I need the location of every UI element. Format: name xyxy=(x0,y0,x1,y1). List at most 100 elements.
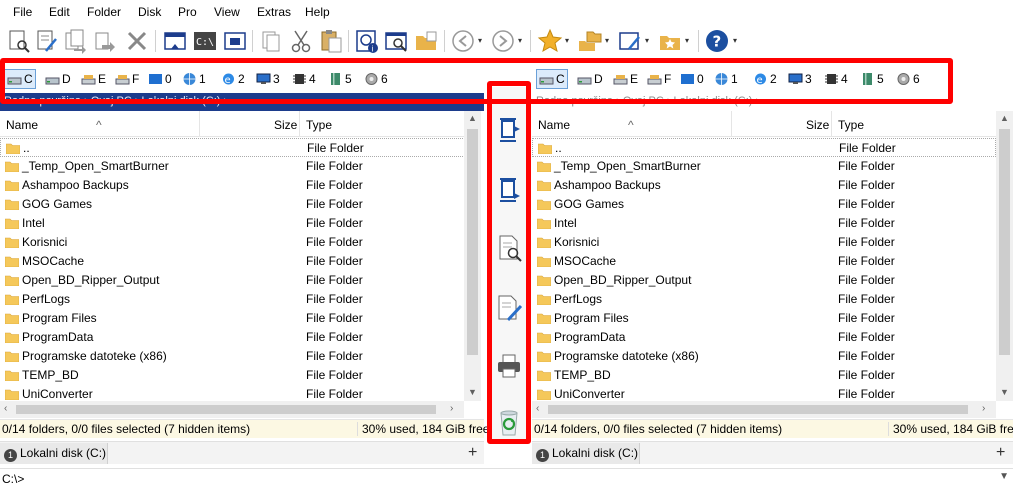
back-icon[interactable] xyxy=(450,27,476,55)
column-size-header[interactable]: Size xyxy=(274,118,297,132)
command-line[interactable]: C:\> ▼ xyxy=(0,468,1013,488)
file-row[interactable]: Programske datoteke (x86) File Folder xyxy=(0,347,467,366)
file-type: File Folder xyxy=(838,368,895,382)
column-type-header[interactable]: Type xyxy=(838,118,864,132)
file-row[interactable]: .. File Folder xyxy=(532,138,996,157)
column-type-header[interactable]: Type xyxy=(306,118,332,132)
file-row[interactable]: Open_BD_Ripper_Output File Folder xyxy=(0,271,467,290)
terminal-icon[interactable] xyxy=(162,27,188,55)
hscroll-thumb[interactable] xyxy=(16,405,436,414)
menu-folder[interactable]: Folder xyxy=(87,5,121,19)
command-line-text[interactable]: C:\> xyxy=(2,472,24,486)
left-vertical-scrollbar[interactable]: ▲ ▼ xyxy=(464,111,481,401)
menu-help[interactable]: Help xyxy=(305,5,330,19)
favorites-icon[interactable] xyxy=(537,27,563,55)
properties-icon[interactable]: i xyxy=(354,27,380,55)
column-name-header[interactable]: Name xyxy=(6,118,38,132)
scroll-right-icon[interactable]: › xyxy=(450,403,453,414)
file-row[interactable]: Ashampoo Backups File Folder xyxy=(532,176,996,195)
scroll-down-icon[interactable]: ▼ xyxy=(1000,387,1009,397)
file-row[interactable]: PerfLogs File Folder xyxy=(532,290,996,309)
file-row[interactable]: Korisnici File Folder xyxy=(0,233,467,252)
file-type: File Folder xyxy=(306,330,363,344)
file-type: File Folder xyxy=(838,273,895,287)
rename-dropdown-icon[interactable]: ▾ xyxy=(645,36,653,45)
menu-view[interactable]: View xyxy=(214,5,240,19)
file-name: .. xyxy=(555,141,562,155)
file-row[interactable]: Intel File Folder xyxy=(0,214,467,233)
file-row[interactable]: ProgramData File Folder xyxy=(532,328,996,347)
file-row[interactable]: Programske datoteke (x86) File Folder xyxy=(532,347,996,366)
cut-icon[interactable] xyxy=(288,27,314,55)
scroll-thumb[interactable] xyxy=(999,129,1010,355)
scroll-right-icon[interactable]: › xyxy=(982,403,985,414)
clipboard-copy-icon[interactable] xyxy=(258,27,284,55)
help-icon[interactable]: ? xyxy=(704,27,730,55)
left-horizontal-scrollbar[interactable]: ‹ › xyxy=(0,401,464,418)
window-icon[interactable] xyxy=(222,27,248,55)
menu-file[interactable]: File xyxy=(13,5,32,19)
file-row[interactable]: GOG Games File Folder xyxy=(0,195,467,214)
folder-icon[interactable] xyxy=(413,27,439,55)
scroll-left-icon[interactable]: ‹ xyxy=(4,403,7,414)
file-row[interactable]: _Temp_Open_SmartBurner File Folder xyxy=(0,157,467,176)
copy-icon[interactable] xyxy=(62,27,88,55)
file-name: GOG Games xyxy=(554,197,625,211)
scroll-up-icon[interactable]: ▲ xyxy=(1000,113,1009,123)
view-icon[interactable] xyxy=(6,27,32,55)
right-vertical-scrollbar[interactable]: ▲ ▼ xyxy=(996,111,1013,401)
forward-icon[interactable] xyxy=(490,27,516,55)
file-row[interactable]: TEMP_BD File Folder xyxy=(0,366,467,385)
favorites-dropdown-icon[interactable]: ▾ xyxy=(565,36,573,45)
cmd-icon[interactable]: C:\ xyxy=(192,27,218,55)
rename-icon[interactable] xyxy=(617,27,643,55)
folder-icon xyxy=(4,274,20,287)
favorite-folder-icon[interactable] xyxy=(657,27,683,55)
menu-pro[interactable]: Pro xyxy=(178,5,197,19)
file-row[interactable]: MSOCache File Folder xyxy=(0,252,467,271)
scroll-left-icon[interactable]: ‹ xyxy=(536,403,539,414)
left-file-panel[interactable]: Name ^ Size Type .. File Folder _Temp_Open… xyxy=(0,111,484,419)
file-row[interactable]: _Temp_Open_SmartBurner File Folder xyxy=(532,157,996,176)
column-name-header[interactable]: Name xyxy=(538,118,570,132)
right-horizontal-scrollbar[interactable]: ‹ › xyxy=(532,401,996,418)
scroll-up-icon[interactable]: ▲ xyxy=(468,113,477,123)
file-row[interactable]: Intel File Folder xyxy=(532,214,996,233)
scroll-thumb[interactable] xyxy=(467,129,478,355)
column-size-header[interactable]: Size xyxy=(806,118,829,132)
file-row[interactable]: Korisnici File Folder xyxy=(532,233,996,252)
paste-icon[interactable] xyxy=(318,27,344,55)
menu-edit[interactable]: Edit xyxy=(49,5,70,19)
help-dropdown-icon[interactable]: ▾ xyxy=(733,36,741,45)
menu-disk[interactable]: Disk xyxy=(138,5,161,19)
folder-tree-dropdown-icon[interactable]: ▾ xyxy=(605,36,613,45)
tab-lokalni-disk-c[interactable]: 1 Lokalni disk (C:) xyxy=(0,443,108,464)
move-icon[interactable] xyxy=(92,27,118,55)
file-row[interactable]: .. File Folder xyxy=(0,138,467,157)
scroll-down-icon[interactable]: ▼ xyxy=(468,387,477,397)
favorite-folder-dropdown-icon[interactable]: ▾ xyxy=(685,36,693,45)
folder-tree-icon[interactable] xyxy=(577,27,603,55)
file-row[interactable]: GOG Games File Folder xyxy=(532,195,996,214)
back-dropdown-icon[interactable]: ▾ xyxy=(478,36,486,45)
search-icon[interactable] xyxy=(383,27,409,55)
file-row[interactable]: Ashampoo Backups File Folder xyxy=(0,176,467,195)
delete-icon[interactable] xyxy=(124,27,150,55)
right-file-panel[interactable]: Name ^ Size Type .. File Folder _Temp_Open… xyxy=(532,111,1013,419)
file-row[interactable]: MSOCache File Folder xyxy=(532,252,996,271)
file-row[interactable]: ProgramData File Folder xyxy=(0,328,467,347)
edit-icon[interactable] xyxy=(34,27,60,55)
file-row[interactable]: Program Files File Folder xyxy=(532,309,996,328)
file-row[interactable]: Open_BD_Ripper_Output File Folder xyxy=(532,271,996,290)
tab-lokalni-disk-c[interactable]: 1 Lokalni disk (C:) xyxy=(532,443,640,464)
file-row[interactable]: TEMP_BD File Folder xyxy=(532,366,996,385)
file-row[interactable]: PerfLogs File Folder xyxy=(0,290,467,309)
command-history-dropdown-icon[interactable]: ▼ xyxy=(999,471,1009,482)
hscroll-thumb[interactable] xyxy=(548,405,968,414)
menu-extras[interactable]: Extras xyxy=(257,5,291,19)
file-name: .. xyxy=(23,141,30,155)
new-tab-button[interactable]: + xyxy=(996,444,1005,462)
new-tab-button[interactable]: + xyxy=(468,444,477,462)
file-row[interactable]: Program Files File Folder xyxy=(0,309,467,328)
forward-dropdown-icon[interactable]: ▾ xyxy=(518,36,526,45)
